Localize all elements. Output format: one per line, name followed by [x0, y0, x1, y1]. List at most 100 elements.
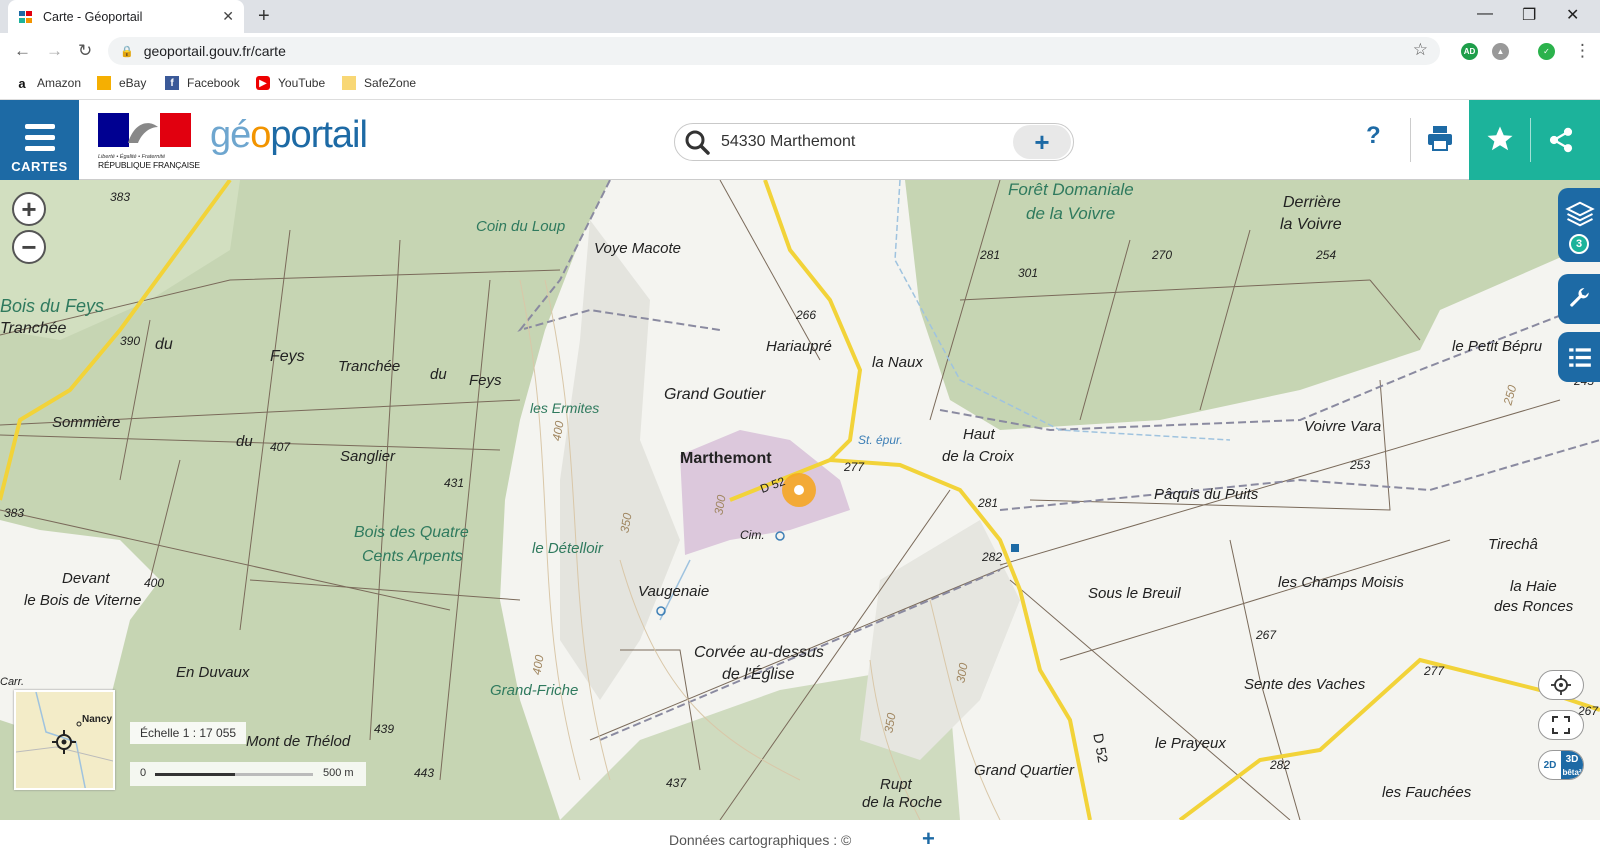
adblock-extension-icon[interactable]: AD [1461, 43, 1478, 60]
advanced-search-button[interactable]: + [1013, 125, 1071, 159]
back-icon[interactable]: ← [14, 41, 31, 61]
map-label: du [430, 366, 447, 383]
bookmark-label: eBay [119, 76, 147, 90]
logo-part: portail [270, 114, 367, 156]
bookmark-ebay[interactable]: eBay [97, 76, 146, 90]
bookmark-star-icon[interactable]: ☆ [1413, 40, 1428, 60]
amazon-icon: a [18, 75, 26, 91]
2d-toggle[interactable]: 2D [1539, 760, 1561, 771]
altitude-label: 277 [844, 460, 865, 474]
attribution-expand-button[interactable]: + [922, 826, 935, 852]
map-label: le Dételloir [532, 540, 603, 557]
map-label: Grand Goutier [664, 386, 766, 403]
altitude-label: 281 [980, 248, 1001, 262]
map-label: Haut [963, 426, 995, 443]
map-label: du [236, 433, 253, 450]
map-label: Marthemont [680, 450, 772, 467]
close-window-icon[interactable]: ✕ [1566, 5, 1579, 25]
map-label: la Voivre [1280, 216, 1342, 233]
geolocate-button[interactable] [1538, 670, 1584, 700]
shield-extension-icon[interactable]: ✓ [1538, 43, 1555, 60]
forward-icon[interactable]: → [46, 41, 63, 61]
geoportail-favicon [19, 10, 32, 23]
tab-close-icon[interactable]: ✕ [222, 8, 234, 25]
overview-minimap[interactable]: Nancy [14, 690, 115, 790]
browser-menu-icon[interactable]: ⋮ [1574, 41, 1591, 61]
url-input[interactable]: 🔒 geoportail.gouv.fr/carte ☆ [108, 37, 1440, 65]
republique-francaise-logo[interactable]: Liberté • Égalité • Fraternité RÉPUBLIQU… [98, 113, 200, 170]
search-icon[interactable] [683, 128, 711, 156]
layers-panel-button[interactable]: 3 [1558, 188, 1600, 262]
map-label: le Bois de Viterne [24, 592, 142, 609]
map-label: Forêt Domaniale [1008, 180, 1134, 199]
print-icon[interactable] [1426, 124, 1454, 152]
wrench-icon [1570, 288, 1589, 307]
logo-country: RÉPUBLIQUE FRANÇAISE [98, 160, 200, 170]
scale-start: 0 [140, 767, 147, 779]
altitude-label: 266 [796, 308, 817, 322]
altitude-label: 270 [1152, 248, 1173, 262]
altitude-label: 400 [144, 576, 165, 590]
map-label: Cents Arpents [362, 548, 463, 565]
map-label: du [155, 336, 173, 353]
drive-extension-icon[interactable]: ▲ [1492, 43, 1509, 60]
map-label: de la Roche [862, 794, 943, 811]
help-button[interactable]: ? [1366, 122, 1381, 150]
search-input[interactable]: 54330 Marthemont [721, 133, 1013, 151]
map-view[interactable]: Coin du Loup Voye Macote Forêt Domaniale… [0, 180, 1600, 820]
legend-panel-button[interactable] [1558, 332, 1600, 382]
map-label: de l'Église [722, 666, 795, 683]
map-label: Coin du Loup [476, 218, 566, 235]
restore-icon[interactable]: ❐ [1522, 5, 1536, 25]
url-text: geoportail.gouv.fr/carte [143, 43, 286, 59]
map-label: Hariaupré [766, 338, 832, 355]
bookmark-label: Amazon [37, 76, 82, 90]
minimap-city-label: Nancy [82, 714, 113, 725]
geoportail-logo[interactable]: géoportail [210, 114, 368, 157]
new-tab-button[interactable]: + [258, 5, 270, 28]
view-mode-toggle[interactable]: 2D 3D bêta² [1538, 750, 1584, 780]
tools-panel-button[interactable] [1558, 274, 1600, 324]
altitude-label: 437 [666, 776, 687, 790]
attribution-text: Données cartographiques : © [669, 832, 852, 848]
favorites-share-zone [1469, 100, 1600, 180]
crosshair-icon [52, 730, 76, 754]
map-label: Grand Quartier [974, 762, 1075, 779]
map-label: Feys [270, 348, 305, 365]
share-icon[interactable] [1547, 126, 1575, 154]
reload-icon[interactable]: ↻ [78, 41, 92, 61]
map-label: les Fauchées [1382, 784, 1472, 801]
zoom-in-button[interactable]: + [12, 192, 46, 226]
minimize-icon[interactable]: — [1477, 5, 1493, 23]
layers-count-badge: 3 [1569, 234, 1589, 254]
bookmarks-bar: a Amazon eBay f Facebook ▶ YouTube SafeZ… [0, 69, 1600, 100]
altitude-label: 431 [444, 476, 465, 490]
map-label: les Champs Moisis [1278, 574, 1404, 591]
scale-line [155, 773, 313, 776]
bookmark-facebook[interactable]: f Facebook [165, 76, 240, 90]
fullscreen-button[interactable] [1538, 710, 1584, 740]
map-label: Corvée au-dessus [694, 644, 824, 661]
bookmark-amazon[interactable]: a Amazon [15, 75, 82, 91]
map-label: Devant [62, 570, 110, 587]
cartes-menu-button[interactable]: CARTES [0, 100, 79, 180]
youtube-icon: ▶ [256, 76, 270, 90]
bookmark-label: Facebook [187, 76, 240, 90]
altitude-label: 407 [270, 440, 291, 454]
browser-tab[interactable]: Carte - Géoportail ✕ [8, 0, 244, 33]
scale-text: Échelle 1 : 17 055 [130, 722, 247, 744]
map-label: St. épur. [858, 433, 903, 447]
3d-toggle[interactable]: 3D bêta² [1561, 751, 1583, 779]
facebook-icon: f [165, 76, 179, 90]
map-label: la Naux [872, 354, 923, 371]
map-label: Pâquis du Puits [1154, 486, 1259, 503]
altitude-label: 443 [414, 766, 435, 780]
map-label: Derrière [1283, 194, 1341, 211]
bookmark-youtube[interactable]: ▶ YouTube [256, 76, 325, 90]
favorite-star-icon[interactable] [1485, 124, 1515, 154]
bookmark-safezone[interactable]: SafeZone [342, 76, 416, 90]
map-label: Sente des Vaches [1244, 676, 1366, 693]
map-label: le Prayeux [1155, 735, 1226, 752]
zoom-out-button[interactable]: − [12, 230, 46, 264]
location-search[interactable]: 54330 Marthemont + [674, 123, 1074, 161]
